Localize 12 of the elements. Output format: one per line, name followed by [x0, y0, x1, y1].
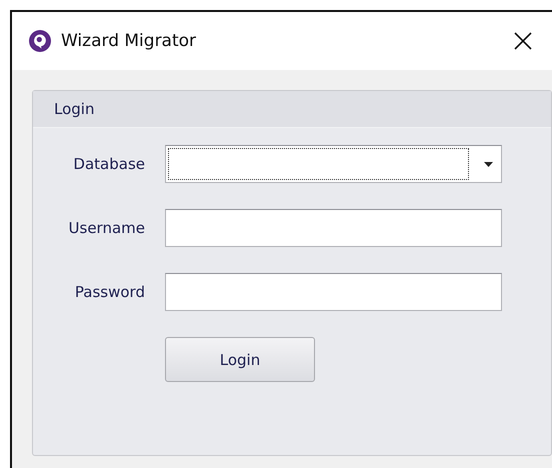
- login-button[interactable]: Login: [165, 337, 315, 382]
- field-label: Username: [68, 219, 145, 237]
- window-title: Wizard Migrator: [61, 31, 198, 51]
- close-icon[interactable]: [514, 32, 532, 50]
- field-label: Password: [74, 283, 145, 301]
- group-title: Login: [33, 91, 551, 128]
- password-field[interactable]: [165, 273, 502, 311]
- field-label: Database: [72, 155, 145, 173]
- app-logo-icon: [29, 30, 51, 52]
- caret-icon: [484, 162, 493, 167]
- database-dropdown[interactable]: [165, 145, 502, 183]
- username-field[interactable]: [165, 209, 502, 247]
